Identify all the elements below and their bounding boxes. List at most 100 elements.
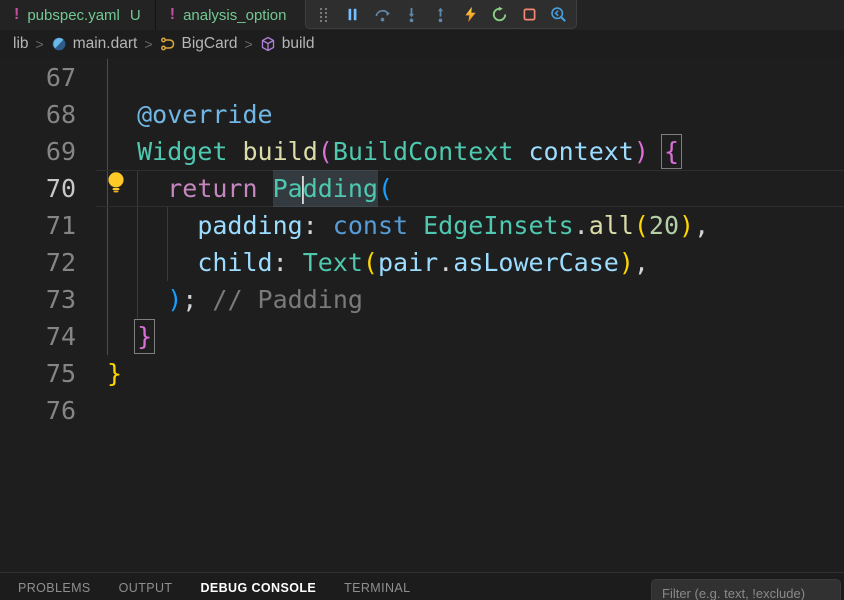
panel-tab-terminal[interactable]: TERMINAL (344, 581, 410, 595)
line-number[interactable]: 72 (0, 244, 96, 281)
step-into-icon (403, 6, 420, 23)
code-line-73[interactable]: ); // Padding (96, 281, 844, 318)
code-token: , (634, 248, 649, 277)
code-token: // Padding (212, 285, 363, 314)
code-line-72[interactable]: child: Text(pair.asLowerCase), (96, 244, 844, 281)
code-token (107, 137, 137, 166)
line-number[interactable]: 73 (0, 281, 96, 318)
code-token: , (694, 211, 709, 240)
code-line-76[interactable] (96, 392, 844, 429)
code-token: build (242, 137, 317, 166)
step-out-button[interactable] (429, 2, 453, 26)
method-icon (260, 36, 276, 52)
breadcrumb: lib > main.dart > BigCard > (0, 30, 844, 58)
line-number[interactable]: 75 (0, 355, 96, 392)
debug-drag-handle[interactable] (311, 2, 335, 26)
code-line-70[interactable]: return Padding( (96, 170, 844, 207)
class-icon (160, 36, 176, 52)
restart-button[interactable] (488, 2, 512, 26)
code-token (107, 322, 137, 351)
dart-file-icon (51, 36, 67, 52)
panel-tab-problems[interactable]: PROBLEMS (18, 581, 91, 595)
code-line-67[interactable] (96, 59, 844, 96)
lightbulb-icon[interactable] (106, 170, 126, 192)
tab-label: analysis_option (183, 7, 286, 24)
code-token (107, 100, 137, 129)
line-number[interactable]: 74 (0, 318, 96, 355)
stop-button[interactable] (517, 2, 541, 26)
code-token: ) (167, 285, 182, 314)
code-token: padding (197, 211, 302, 240)
step-over-icon (374, 6, 391, 23)
breadcrumb-label: main.dart (73, 35, 138, 53)
code-token (197, 285, 212, 314)
hot-reload-button[interactable] (458, 2, 482, 26)
code-area[interactable]: @override Widget build(BuildContext cont… (96, 59, 844, 429)
debug-console-filter-input[interactable] (651, 579, 841, 600)
editor-gutter[interactable]: 67686970717273747576 (0, 59, 96, 429)
code-token: Pa (273, 170, 303, 207)
tab-label: pubspec.yaml (27, 7, 120, 24)
code-line-71[interactable]: padding: const EdgeInsets.all(20), (96, 207, 844, 244)
code-token: 20 (649, 211, 679, 240)
code-token: ( (634, 211, 649, 240)
panel-tab-output[interactable]: OUTPUT (119, 581, 173, 595)
magnifier-icon (550, 6, 567, 23)
breadcrumb-item-build[interactable]: build (260, 35, 315, 53)
line-number[interactable]: 70 (0, 170, 96, 207)
git-status-badge: U (130, 7, 141, 24)
code-token (107, 285, 167, 314)
code-token: Text (303, 248, 363, 277)
tab-pubspec-yaml[interactable]: ! pubspec.yaml U (0, 0, 156, 30)
line-number[interactable]: 68 (0, 96, 96, 133)
code-token (227, 137, 242, 166)
code-editor[interactable]: 67686970717273747576 @override Widget bu… (0, 58, 844, 573)
code-token: pair (378, 248, 438, 277)
code-line-69[interactable]: Widget build(BuildContext context) { (96, 133, 844, 170)
code-line-74[interactable]: } (96, 318, 844, 355)
step-over-button[interactable] (370, 2, 394, 26)
code-token: return (167, 174, 257, 203)
code-token (649, 137, 664, 166)
breadcrumb-label: lib (13, 35, 29, 53)
code-token (318, 211, 333, 240)
panel-tab-debug-console[interactable]: DEBUG CONSOLE (200, 581, 316, 595)
line-number[interactable]: 71 (0, 207, 96, 244)
yaml-file-icon: ! (14, 7, 19, 23)
code-token: : (303, 211, 318, 240)
code-token: . (574, 211, 589, 240)
breadcrumb-item-lib[interactable]: lib (13, 35, 29, 53)
code-token: ) (619, 248, 634, 277)
line-number[interactable]: 67 (0, 59, 96, 96)
gripper-icon (317, 6, 330, 23)
code-token: ( (378, 174, 393, 203)
code-line-68[interactable]: @override (96, 96, 844, 133)
breadcrumb-item-bigcard[interactable]: BigCard (160, 35, 238, 53)
code-token: child (197, 248, 272, 277)
code-token: { (664, 137, 679, 166)
line-number[interactable]: 69 (0, 133, 96, 170)
code-token: : (273, 248, 288, 277)
code-token: BuildContext (333, 137, 514, 166)
code-token (258, 174, 273, 203)
step-out-icon (432, 6, 449, 23)
pause-icon (344, 6, 361, 23)
step-into-button[interactable] (400, 2, 424, 26)
code-token: all (589, 211, 634, 240)
code-token: . (438, 248, 453, 277)
code-token: asLowerCase (453, 248, 619, 277)
inspect-widget-button[interactable] (547, 2, 571, 26)
code-line-75[interactable]: } (96, 355, 844, 392)
code-token (107, 248, 197, 277)
chevron-right-icon: > (245, 36, 253, 52)
restart-icon (491, 6, 508, 23)
pause-button[interactable] (341, 2, 365, 26)
breadcrumb-item-main-dart[interactable]: main.dart (51, 35, 138, 53)
code-token: ) (634, 137, 649, 166)
code-token: context (529, 137, 634, 166)
lightning-icon (462, 6, 479, 23)
stop-square-icon (521, 6, 538, 23)
bottom-panel: PROBLEMS OUTPUT DEBUG CONSOLE TERMINAL (0, 572, 844, 600)
chevron-right-icon: > (36, 36, 44, 52)
line-number[interactable]: 76 (0, 392, 96, 429)
